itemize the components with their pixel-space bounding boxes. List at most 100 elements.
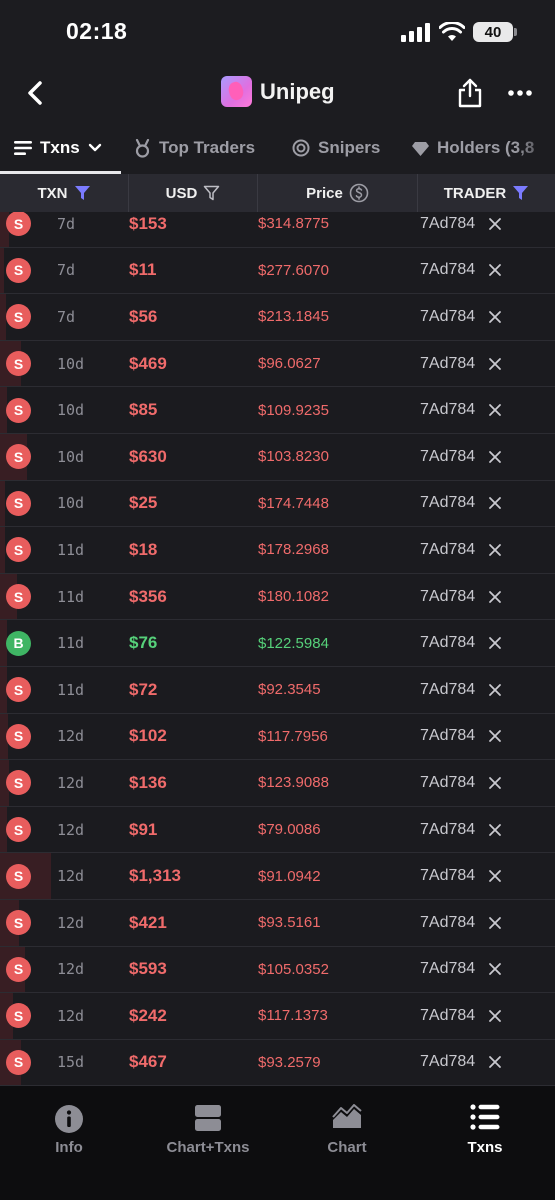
table-row[interactable]: S 12d $1,313 $91.0942 7Ad784 [0, 853, 555, 900]
usd-amount: $102 [129, 726, 167, 746]
table-row[interactable]: S 7d $11 $277.6070 7Ad784 [0, 247, 555, 295]
table-row[interactable]: S 12d $593 $105.0352 7Ad784 [0, 946, 555, 994]
trader-address[interactable]: 7Ad784 [420, 634, 475, 652]
close-icon[interactable] [488, 776, 502, 790]
trader-address[interactable]: 7Ad784 [420, 588, 475, 606]
close-icon[interactable] [488, 962, 502, 976]
trader-address[interactable]: 7Ad784 [420, 960, 475, 978]
usd-amount: $11 [129, 260, 157, 280]
tab-top-traders[interactable]: Top Traders [134, 122, 255, 174]
signal-icon [401, 23, 430, 42]
split-view-icon [195, 1105, 221, 1131]
trader-address[interactable]: 7Ad784 [420, 774, 475, 792]
filter-active-icon[interactable] [74, 185, 91, 201]
column-header-price[interactable]: Price [258, 174, 418, 212]
filter-icon[interactable] [203, 185, 220, 201]
trader-address[interactable]: 7Ad784 [420, 1053, 475, 1071]
table-row[interactable]: S 11d $72 $92.3545 7Ad784 [0, 666, 555, 714]
table-row[interactable]: S 12d $421 $93.5161 7Ad784 [0, 899, 555, 947]
close-icon[interactable] [488, 916, 502, 930]
price-value: $178.2968 [258, 541, 329, 559]
column-header-trader[interactable]: TRADER [418, 174, 555, 212]
trader-address[interactable]: 7Ad784 [420, 727, 475, 745]
price-value: $213.1845 [258, 308, 329, 326]
trader-address[interactable]: 7Ad784 [420, 541, 475, 559]
price-value: $92.3545 [258, 681, 321, 699]
usd-amount: $85 [129, 400, 158, 420]
close-icon[interactable] [488, 403, 502, 417]
table-row[interactable]: S 10d $25 $174.7448 7Ad784 [0, 480, 555, 528]
trader-address[interactable]: 7Ad784 [420, 261, 475, 279]
nav-bar: Unipeg [0, 64, 555, 122]
tab-label: Txns [40, 138, 80, 157]
trader-address[interactable]: 7Ad784 [420, 215, 475, 233]
close-icon[interactable] [488, 496, 502, 510]
more-options-icon[interactable] [507, 88, 533, 98]
close-icon[interactable] [488, 683, 502, 697]
table-row[interactable]: S 12d $102 $117.7956 7Ad784 [0, 713, 555, 761]
table-row[interactable]: S 11d $18 $178.2968 7Ad784 [0, 527, 555, 574]
share-icon[interactable] [457, 78, 483, 108]
close-icon[interactable] [488, 823, 502, 837]
bottom-tab-chart-txns[interactable]: Chart+Txns [160, 1104, 256, 1156]
price-value: $180.1082 [258, 588, 329, 606]
close-icon[interactable] [488, 590, 502, 604]
table-row[interactable]: S 10d $630 $103.8230 7Ad784 [0, 433, 555, 481]
table-row[interactable]: S 12d $136 $123.9088 7Ad784 [0, 760, 555, 807]
table-row[interactable]: S 15d $467 $93.2579 7Ad784 [0, 1039, 555, 1086]
bottom-tab-chart[interactable]: Chart [320, 1104, 374, 1156]
column-header-txn[interactable]: TXN [0, 174, 129, 212]
tab-snipers[interactable]: Snipers [292, 122, 380, 174]
bottom-tab-info[interactable]: Info [42, 1104, 96, 1156]
sell-badge: S [6, 444, 31, 470]
page-title: Unipeg [260, 78, 335, 104]
filter-active-icon[interactable] [512, 185, 529, 201]
bottom-tab-txns[interactable]: Txns [460, 1104, 510, 1156]
trader-address[interactable]: 7Ad784 [420, 494, 475, 512]
close-icon[interactable] [488, 729, 502, 743]
close-icon[interactable] [488, 217, 502, 231]
tab-txns[interactable]: Txns [14, 122, 102, 174]
table-row[interactable]: S 12d $91 $79.0086 7Ad784 [0, 806, 555, 854]
table-row[interactable]: S 11d $356 $180.1082 7Ad784 [0, 573, 555, 621]
close-icon[interactable] [488, 543, 502, 557]
close-icon[interactable] [488, 869, 502, 883]
table-row[interactable]: S 7d $56 $213.1845 7Ad784 [0, 294, 555, 341]
trader-address[interactable]: 7Ad784 [420, 867, 475, 885]
price-value: $103.8230 [258, 448, 329, 466]
trader-address[interactable]: 7Ad784 [420, 821, 475, 839]
trader-address[interactable]: 7Ad784 [420, 448, 475, 466]
close-icon[interactable] [488, 263, 502, 277]
trader-address[interactable]: 7Ad784 [420, 914, 475, 932]
table-row[interactable]: S 12d $242 $117.1373 7Ad784 [0, 993, 555, 1040]
bottom-tab-label: Chart+Txns [166, 1139, 250, 1156]
table-row[interactable]: S 7d $153 $314.8775 7Ad784 [0, 212, 555, 248]
trader-address[interactable]: 7Ad784 [420, 308, 475, 326]
table-row[interactable]: S 10d $85 $109.9235 7Ad784 [0, 387, 555, 434]
txn-age: 11d [57, 634, 85, 653]
trader-address[interactable]: 7Ad784 [420, 1007, 475, 1025]
close-icon[interactable] [488, 1009, 502, 1023]
sell-badge: S [6, 304, 31, 330]
usd-amount: $153 [129, 213, 167, 233]
back-chevron-icon[interactable] [22, 78, 52, 108]
txn-age: 12d [57, 867, 85, 886]
txn-age: 10d [57, 494, 85, 513]
usd-amount: $421 [129, 912, 167, 932]
token-logo [221, 76, 252, 107]
trader-address[interactable]: 7Ad784 [420, 401, 475, 419]
dollar-coin-icon[interactable] [349, 183, 369, 203]
usd-amount: $467 [129, 1052, 167, 1072]
table-row[interactable]: S 10d $469 $96.0627 7Ad784 [0, 340, 555, 388]
close-icon[interactable] [488, 636, 502, 650]
txn-age: 12d [57, 960, 85, 979]
column-header-usd[interactable]: USD [129, 174, 258, 212]
close-icon[interactable] [488, 1055, 502, 1069]
table-row[interactable]: B 11d $76 $122.5984 7Ad784 [0, 620, 555, 667]
close-icon[interactable] [488, 310, 502, 324]
trader-address[interactable]: 7Ad784 [420, 355, 475, 373]
close-icon[interactable] [488, 357, 502, 371]
trader-address[interactable]: 7Ad784 [420, 681, 475, 699]
close-icon[interactable] [488, 450, 502, 464]
txn-age: 12d [57, 1006, 85, 1025]
